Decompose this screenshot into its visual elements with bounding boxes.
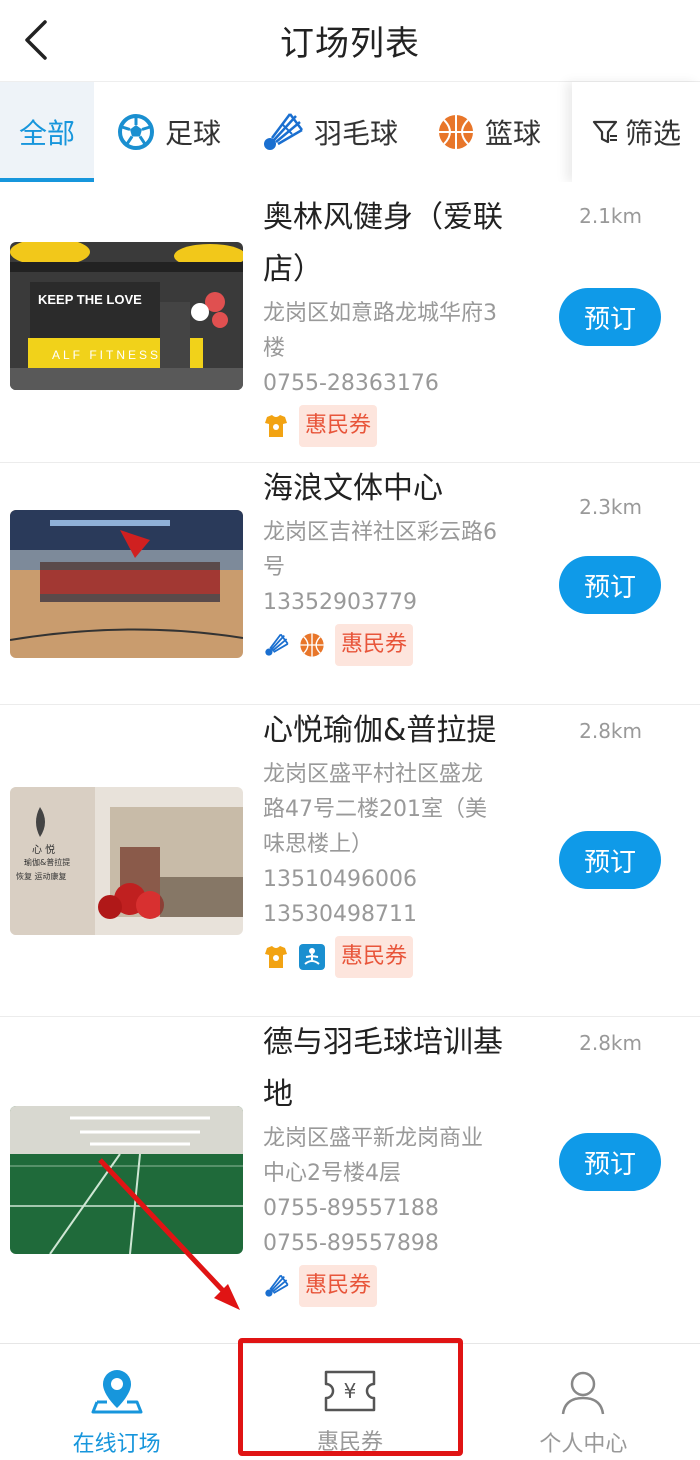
- chevron-left-icon: [25, 20, 47, 60]
- venue-card[interactable]: KEEP THE LOVE ALF FITNESS 奥林风健身（爱联 店） 龙岗…: [0, 182, 700, 463]
- photo-text: KEEP THE LOVE: [38, 292, 142, 307]
- venue-phone: 13510496006: [263, 867, 417, 892]
- venue-tags: 惠民券: [263, 624, 523, 666]
- venue-distance: 2.1km: [579, 204, 642, 228]
- venue-address: 味思楼上）: [263, 832, 374, 857]
- map-pin-icon: [91, 1368, 143, 1420]
- voucher-badge: 惠民券: [335, 936, 414, 978]
- venue-name: 店）: [263, 252, 323, 287]
- venue-address: 龙岗区盛平村社区盛龙: [263, 762, 484, 787]
- venue-photo: [10, 510, 243, 658]
- top-bar: 订场列表: [0, 0, 700, 82]
- soccer-ball-icon: [117, 113, 155, 151]
- venue-address: 中心2号楼4层: [263, 1161, 401, 1186]
- photo-text: ALF FITNESS: [52, 348, 162, 362]
- venue-card[interactable]: 德与羽毛球培训基 地 龙岗区盛平新龙岗商业 中心2号楼4层 0755-89557…: [0, 1017, 700, 1342]
- venue-name: 德与羽毛球培训基: [263, 1025, 503, 1060]
- basketball-icon: [437, 113, 475, 151]
- tab-label: 篮球: [484, 117, 541, 150]
- voucher-badge: 惠民券: [299, 405, 378, 447]
- venue-address: 号: [263, 555, 286, 580]
- voucher-badge: 惠民券: [335, 624, 414, 666]
- venue-distance: 2.8km: [579, 1031, 642, 1055]
- venue-tags: 惠民券: [263, 936, 523, 978]
- venue-phone: 13530498711: [263, 902, 417, 927]
- tab-label: 全部: [18, 117, 75, 150]
- venue-info: 奥林风健身（爱联 店） 龙岗区如意路龙城华府3 楼 0755-28363176 …: [263, 192, 523, 447]
- svg-text:¥: ¥: [344, 1379, 357, 1403]
- filter-label: 筛选: [624, 117, 681, 150]
- category-tabs: 全部 足球 羽毛球 篮球 筛选: [0, 82, 700, 182]
- book-button[interactable]: 预订: [559, 831, 661, 889]
- venue-distance: 2.3km: [579, 495, 642, 519]
- page-title: 订场列表: [280, 24, 420, 64]
- fitness-icon: [263, 413, 289, 439]
- nav-personal-center[interactable]: 个人中心: [467, 1344, 700, 1460]
- basketball-icon: [299, 632, 325, 658]
- nav-voucher[interactable]: ¥ 惠民券: [233, 1344, 466, 1460]
- back-button[interactable]: [14, 18, 58, 62]
- venue-phone: 0755-28363176: [263, 371, 439, 396]
- voucher-badge: 惠民券: [299, 1265, 378, 1307]
- venue-name: 地: [263, 1077, 293, 1112]
- tab-badminton[interactable]: 羽毛球: [244, 82, 414, 182]
- venue-address: 龙岗区如意路龙城华府3: [263, 301, 497, 326]
- fitness-icon: [263, 944, 289, 970]
- venue-name: 奥林风健身（爱联: [263, 200, 503, 235]
- venue-name: 心悦瑜伽&普拉提: [263, 713, 497, 748]
- shuttlecock-icon: [263, 632, 289, 658]
- filter-button[interactable]: 筛选: [572, 82, 700, 182]
- tab-label: 足球: [164, 117, 221, 150]
- yen-ticket-icon: ¥: [322, 1368, 378, 1418]
- bottom-nav: 在线订场 ¥ 惠民券 个人中心: [0, 1343, 700, 1460]
- tab-football[interactable]: 足球: [94, 82, 244, 182]
- photo-text: 心 悦: [32, 845, 56, 856]
- venue-list: KEEP THE LOVE ALF FITNESS 奥林风健身（爱联 店） 龙岗…: [0, 182, 700, 1342]
- venue-info: 德与羽毛球培训基 地 龙岗区盛平新龙岗商业 中心2号楼4层 0755-89557…: [263, 1017, 523, 1307]
- tab-all[interactable]: 全部: [0, 82, 94, 182]
- book-button[interactable]: 预订: [559, 1133, 661, 1191]
- nav-label: 惠民券: [316, 1430, 383, 1455]
- user-icon: [559, 1368, 607, 1420]
- photo-text: 瑜伽&普拉提: [24, 858, 71, 867]
- venue-info: 心悦瑜伽&普拉提 龙岗区盛平村社区盛龙 路47号二楼201室（美 味思楼上） 1…: [263, 705, 523, 978]
- venue-card[interactable]: 心 悦 瑜伽&普拉提 恢复 运动康复 心悦瑜伽&普拉提 龙岗区盛平村社区盛龙 路…: [0, 705, 700, 1017]
- venue-name: 海浪文体中心: [263, 471, 443, 506]
- yoga-icon: [299, 944, 325, 970]
- venue-address: 龙岗区盛平新龙岗商业: [263, 1126, 484, 1151]
- filter-icon: [591, 118, 619, 146]
- venue-info: 海浪文体中心 龙岗区吉祥社区彩云路6 号 13352903779 惠民券: [263, 463, 523, 666]
- venue-distance: 2.8km: [579, 719, 642, 743]
- book-button[interactable]: 预订: [559, 556, 661, 614]
- nav-label: 在线订场: [72, 1432, 161, 1457]
- venue-phone: 0755-89557898: [263, 1231, 439, 1256]
- tab-label: 羽毛球: [313, 117, 398, 150]
- shuttlecock-icon: [260, 110, 304, 154]
- tab-basketball[interactable]: 篮球: [414, 82, 564, 182]
- venue-address: 路47号二楼201室（美: [263, 797, 487, 822]
- venue-photo: KEEP THE LOVE ALF FITNESS: [10, 242, 243, 390]
- venue-phone: 0755-89557188: [263, 1196, 439, 1221]
- shuttlecock-icon: [263, 1273, 289, 1299]
- venue-phone: 13352903779: [263, 590, 417, 615]
- venue-photo: [10, 1106, 243, 1254]
- nav-online-booking[interactable]: 在线订场: [0, 1344, 233, 1460]
- venue-address: 楼: [263, 336, 286, 361]
- venue-tags: 惠民券: [263, 1265, 523, 1307]
- nav-label: 个人中心: [539, 1432, 628, 1457]
- venue-card[interactable]: 海浪文体中心 龙岗区吉祥社区彩云路6 号 13352903779 惠民券 2.3…: [0, 463, 700, 705]
- book-button[interactable]: 预订: [559, 288, 661, 346]
- photo-text: 恢复 运动康复: [16, 872, 67, 881]
- venue-tags: 惠民券: [263, 405, 523, 447]
- venue-address: 龙岗区吉祥社区彩云路6: [263, 520, 497, 545]
- venue-photo: 心 悦 瑜伽&普拉提 恢复 运动康复: [10, 787, 243, 935]
